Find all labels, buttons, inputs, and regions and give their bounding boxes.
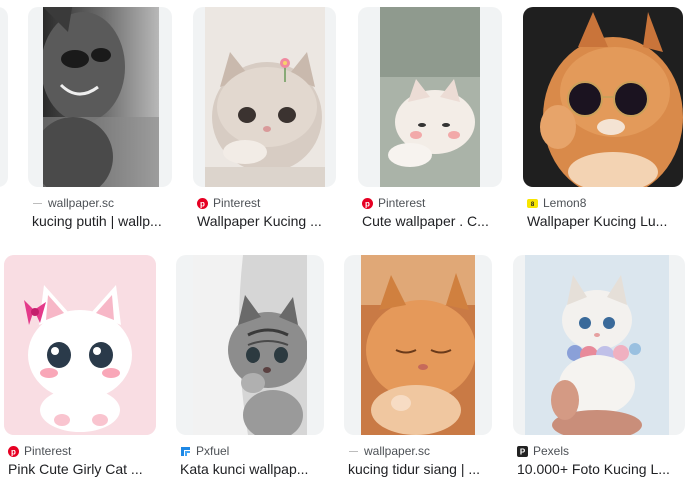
result-card-partial-left[interactable]: [0, 7, 8, 187]
result-source[interactable]: p Pinterest: [8, 443, 71, 459]
result-title[interactable]: Kata kunci wallpap...: [180, 461, 324, 477]
pinterest-favicon: p: [197, 197, 208, 209]
sleeping-kitten-image[interactable]: [361, 255, 475, 435]
result-card-3[interactable]: p Pinterest Cute wallpaper . C...: [358, 7, 502, 237]
pxfuel-favicon: [180, 446, 191, 457]
svg-text:p: p: [11, 447, 16, 456]
svg-text:p: p: [365, 199, 370, 208]
svg-text:P: P: [520, 447, 526, 456]
pexels-favicon: P: [517, 445, 528, 457]
result-source[interactable]: 8 Lemon8: [527, 195, 586, 211]
result-card-8[interactable]: P Pexels 10.000+ Foto Kucing L...: [513, 255, 685, 485]
thumbnail-frame: [176, 255, 324, 435]
thumbnail-frame: [28, 7, 172, 187]
result-card-6[interactable]: Pxfuel Kata kunci wallpap...: [176, 255, 324, 485]
wallpaper-sc-favicon: [348, 446, 359, 457]
result-title[interactable]: Cute wallpaper . C...: [362, 213, 502, 229]
kitten-bw-image[interactable]: [43, 7, 159, 187]
peeking-kitten-image[interactable]: [193, 255, 307, 435]
result-title[interactable]: kucing tidur siang | ...: [348, 461, 492, 477]
result-title[interactable]: 10.000+ Foto Kucing L...: [517, 461, 685, 477]
kitten-flower-crown-image[interactable]: [525, 255, 669, 435]
result-source-label: wallpaper.sc: [364, 444, 431, 458]
pinterest-favicon: p: [8, 445, 19, 457]
wallpaper-sc-favicon: [32, 198, 43, 209]
thumbnail-frame: [513, 255, 685, 435]
result-source[interactable]: p Pinterest: [362, 195, 425, 211]
result-source-label: Pxfuel: [196, 444, 230, 458]
cat-flower-image[interactable]: [205, 7, 325, 187]
thumbnail-frame: [344, 255, 492, 435]
thumbnail-frame: [523, 7, 683, 187]
result-source-label: Pinterest: [378, 196, 426, 210]
thumbnail-frame: [193, 7, 336, 187]
result-source[interactable]: wallpaper.sc: [32, 195, 114, 211]
thumbnail-frame: [358, 7, 502, 187]
pink-cartoon-cat-image[interactable]: [4, 255, 156, 435]
lemon8-favicon: 8: [527, 198, 538, 209]
result-card-7[interactable]: wallpaper.sc kucing tidur siang | ...: [344, 255, 492, 485]
pinterest-favicon: p: [362, 197, 373, 209]
result-card-2[interactable]: p Pinterest Wallpaper Kucing ...: [193, 7, 336, 237]
result-title[interactable]: Wallpaper Kucing ...: [197, 213, 337, 229]
result-source-label: Lemon8: [543, 196, 587, 210]
result-source-label: Pinterest: [24, 444, 72, 458]
thumbnail-frame: [0, 7, 8, 187]
cat-sunglasses-image[interactable]: [523, 7, 683, 187]
thumbnail-frame: [4, 255, 156, 435]
svg-text:p: p: [200, 199, 205, 208]
result-source-label: wallpaper.sc: [48, 196, 115, 210]
result-source[interactable]: p Pinterest: [197, 195, 260, 211]
result-card-1[interactable]: wallpaper.sc kucing putih | wallp...: [28, 7, 172, 237]
result-card-5[interactable]: p Pinterest Pink Cute Girly Cat ...: [4, 255, 156, 485]
result-source-label: Pinterest: [213, 196, 261, 210]
cute-kitten-image[interactable]: [380, 7, 480, 187]
result-source-label: Pexels: [533, 444, 570, 458]
result-source[interactable]: P Pexels: [517, 443, 569, 459]
result-card-4[interactable]: 8 Lemon8 Wallpaper Kucing Lu...: [523, 7, 683, 237]
result-title[interactable]: Pink Cute Girly Cat ...: [8, 461, 156, 477]
result-source[interactable]: Pxfuel: [180, 443, 229, 459]
result-title[interactable]: kucing putih | wallp...: [32, 213, 172, 229]
result-source[interactable]: wallpaper.sc: [348, 443, 430, 459]
result-title[interactable]: Wallpaper Kucing Lu...: [527, 213, 681, 229]
